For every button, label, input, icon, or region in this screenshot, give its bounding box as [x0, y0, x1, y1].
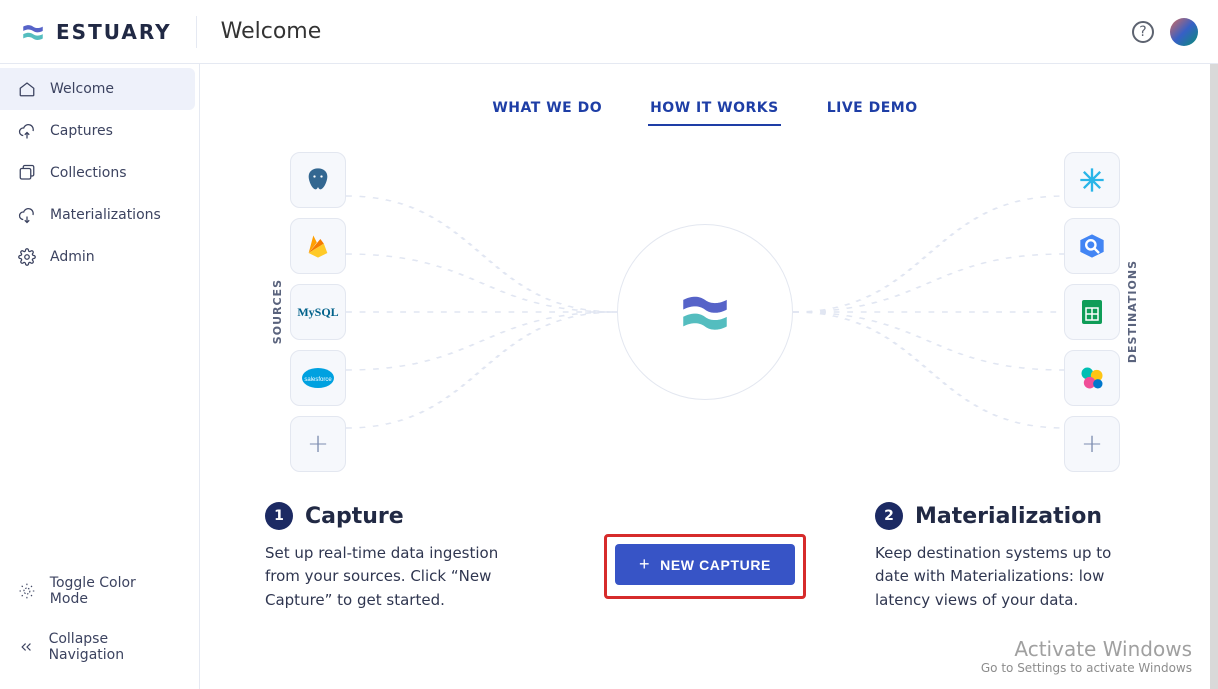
avatar[interactable]	[1170, 18, 1198, 46]
shell: Welcome Captures Collections Materializa…	[0, 64, 1218, 689]
svg-text:salesforce: salesforce	[304, 377, 332, 383]
gear-icon	[18, 248, 36, 266]
tab-what-we-do[interactable]: WHAT WE DO	[490, 92, 604, 126]
collapse-navigation[interactable]: Collapse Navigation	[0, 619, 195, 675]
cta-container: + NEW CAPTURE	[575, 502, 835, 599]
connector-right	[793, 167, 1064, 457]
sidebar-item-welcome[interactable]: Welcome	[0, 68, 195, 110]
steps-row: 1 Capture Set up real-time data ingestio…	[265, 502, 1145, 612]
main-content: WHAT WE DO HOW IT WORKS LIVE DEMO SOURCE…	[200, 64, 1218, 689]
google-sheets-icon	[1064, 284, 1120, 340]
upload-cloud-icon	[18, 122, 36, 140]
add-source-button[interactable]: +	[290, 416, 346, 472]
brand-name: ESTUARY	[56, 20, 172, 44]
cta-label: NEW CAPTURE	[660, 557, 771, 573]
step-number-badge: 1	[265, 502, 293, 530]
sidebar: Welcome Captures Collections Materializa…	[0, 64, 200, 689]
connector-left	[346, 167, 617, 457]
sidebar-item-collections[interactable]: Collections	[0, 152, 195, 194]
top-divider	[196, 16, 197, 48]
sidebar-item-label: Collections	[50, 165, 127, 181]
firebase-icon	[290, 218, 346, 274]
sources-label: SOURCES	[265, 279, 290, 344]
collapse-label: Collapse Navigation	[49, 631, 177, 663]
sidebar-item-label: Admin	[50, 249, 95, 265]
watermark-line2: Go to Settings to activate Windows	[981, 661, 1192, 675]
step-title: Materialization	[915, 504, 1102, 529]
top-bar: ESTUARY Welcome ?	[0, 0, 1218, 64]
watermark-line1: Activate Windows	[981, 637, 1192, 661]
nav-list: Welcome Captures Collections Materializa…	[0, 64, 199, 282]
download-cloud-icon	[18, 206, 36, 224]
sidebar-item-label: Materializations	[50, 207, 161, 223]
step-title: Capture	[305, 504, 404, 529]
sun-icon	[18, 582, 36, 600]
sidebar-item-label: Welcome	[50, 81, 114, 97]
sidebar-item-captures[interactable]: Captures	[0, 110, 195, 152]
new-capture-button[interactable]: + NEW CAPTURE	[615, 544, 795, 585]
sidebar-item-label: Captures	[50, 123, 113, 139]
cta-highlight: + NEW CAPTURE	[604, 534, 806, 599]
brand[interactable]: ESTUARY	[20, 19, 172, 45]
plus-icon: +	[639, 554, 650, 575]
estuary-logo-icon	[20, 19, 46, 45]
home-icon	[18, 80, 36, 98]
tab-live-demo[interactable]: LIVE DEMO	[825, 92, 920, 126]
tab-how-it-works[interactable]: HOW IT WORKS	[648, 92, 781, 126]
sidebar-item-materializations[interactable]: Materializations	[0, 194, 195, 236]
help-icon[interactable]: ?	[1132, 21, 1154, 43]
collections-icon	[18, 164, 36, 182]
destinations-label: DESTINATIONS	[1120, 260, 1145, 363]
mysql-icon: MySQL	[290, 284, 346, 340]
salesforce-icon: salesforce	[290, 350, 346, 406]
step-description: Set up real-time data ingestion from you…	[265, 542, 535, 612]
step-description: Keep destination systems up to date with…	[875, 542, 1145, 612]
sidebar-footer: Toggle Color Mode Collapse Navigation	[0, 559, 199, 689]
add-destination-button[interactable]: +	[1064, 416, 1120, 472]
toggle-color-mode[interactable]: Toggle Color Mode	[0, 563, 195, 619]
bigquery-icon	[1064, 218, 1120, 274]
destination-tiles: +	[1064, 152, 1120, 472]
toggle-color-label: Toggle Color Mode	[50, 575, 177, 607]
step-capture: 1 Capture Set up real-time data ingestio…	[265, 502, 535, 612]
source-tiles: MySQL salesforce +	[290, 152, 346, 472]
tabs: WHAT WE DO HOW IT WORKS LIVE DEMO	[265, 92, 1145, 126]
step-materialization: 2 Materialization Keep destination syste…	[875, 502, 1145, 612]
chevrons-left-icon	[18, 638, 35, 656]
snowflake-icon	[1064, 152, 1120, 208]
postgres-icon	[290, 152, 346, 208]
step-number-badge: 2	[875, 502, 903, 530]
flow-diagram: SOURCES MySQL salesforce +	[265, 152, 1145, 472]
estuary-logo-icon	[676, 283, 734, 341]
sidebar-item-admin[interactable]: Admin	[0, 236, 195, 278]
page-title: Welcome	[221, 19, 322, 44]
windows-activation-watermark: Activate Windows Go to Settings to activ…	[981, 637, 1192, 675]
center-logo	[617, 224, 793, 400]
elastic-icon	[1064, 350, 1120, 406]
